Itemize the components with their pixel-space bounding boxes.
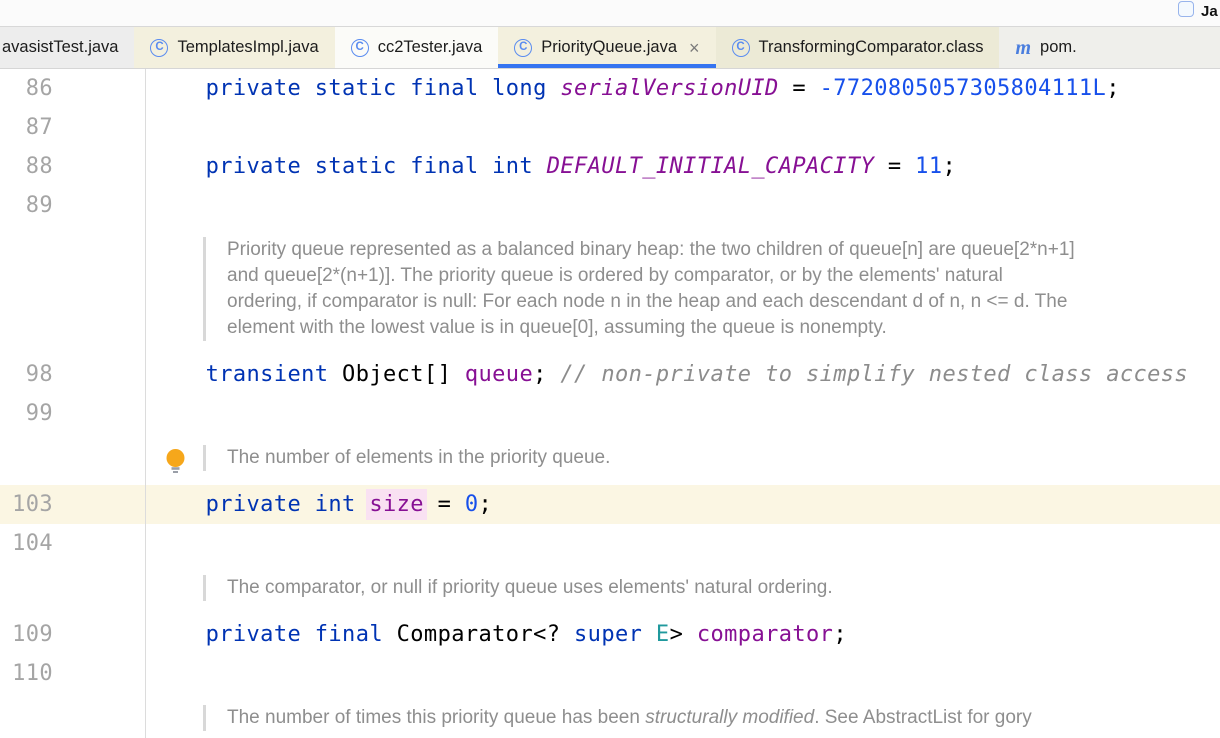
class-icon: C xyxy=(351,39,369,57)
line-number[interactable]: 99 xyxy=(0,394,53,433)
code-text: private int size = 0; xyxy=(151,485,492,524)
code-line[interactable]: 87 xyxy=(0,108,1220,147)
code-line[interactable]: 98 transient Object[] queue; // non-priv… xyxy=(0,355,1220,394)
line-number[interactable]: 89 xyxy=(0,186,53,225)
doc-line: ordering, if comparator is null: For eac… xyxy=(227,289,1220,315)
doc-comment: Priority queue represented as a balanced… xyxy=(203,237,1220,341)
line-number[interactable]: 88 xyxy=(0,147,53,186)
code-text: private static final long serialVersionU… xyxy=(151,69,1120,108)
close-icon[interactable]: × xyxy=(689,39,700,57)
doc-comment: The comparator, or null if priority queu… xyxy=(203,575,1220,601)
code-text: private final Comparator<? super E> comp… xyxy=(151,615,847,654)
doc-line: Priority queue represented as a balanced… xyxy=(227,237,1220,263)
tab-label: avasistTest.java xyxy=(2,38,118,57)
doc-line: The comparator, or null if priority queu… xyxy=(227,575,1220,601)
gutter-separator xyxy=(145,69,146,738)
doc-comment: The number of times this priority queue … xyxy=(203,705,1220,731)
intention-bulb-icon[interactable] xyxy=(165,447,187,477)
tab-avasisttest-java[interactable]: avasistTest.java xyxy=(0,27,134,68)
line-number[interactable]: 110 xyxy=(0,654,53,693)
doc-line: element with the lowest value is in queu… xyxy=(227,315,1220,341)
tab-label: TransformingComparator.class xyxy=(759,38,984,57)
code-text: transient Object[] queue; // non-private… xyxy=(151,355,1188,394)
code-text: private static final int DEFAULT_INITIAL… xyxy=(151,147,956,186)
tab-label: pom. xyxy=(1040,38,1077,57)
tab-cc2tester-java[interactable]: C cc2Tester.java xyxy=(335,27,499,68)
tab-transformingcomparator-class[interactable]: C TransformingComparator.class xyxy=(716,27,1000,68)
toolbar-right-label: Ja xyxy=(1201,3,1219,20)
tab-label: cc2Tester.java xyxy=(378,38,483,57)
code-line[interactable]: 86 private static final long serialVersi… xyxy=(0,69,1220,108)
class-icon: C xyxy=(514,39,532,57)
maven-icon: m xyxy=(1015,38,1031,58)
tab-pom[interactable]: m pom. xyxy=(999,27,1220,68)
main-toolbar: Ja xyxy=(0,0,1220,27)
line-number[interactable]: 87 xyxy=(0,108,53,147)
code-line[interactable]: 99 xyxy=(0,394,1220,433)
class-icon: C xyxy=(150,39,168,57)
line-number[interactable]: 104 xyxy=(0,524,53,563)
tab-label: TemplatesImpl.java xyxy=(177,38,318,57)
doc-line: and queue[2*(n+1)]. The priority queue i… xyxy=(227,263,1220,289)
java-checkbox[interactable] xyxy=(1178,1,1194,17)
tab-priorityqueue-java[interactable]: C PriorityQueue.java × xyxy=(498,27,715,68)
code-line[interactable]: 104 xyxy=(0,524,1220,563)
code-editor[interactable]: 86 private static final long serialVersi… xyxy=(0,69,1220,738)
class-icon: C xyxy=(732,39,750,57)
tab-label: PriorityQueue.java xyxy=(541,38,677,57)
doc-line: The number of times this priority queue … xyxy=(227,705,1220,731)
line-number[interactable]: 103 xyxy=(0,485,53,524)
tab-templatesimpl-java[interactable]: C TemplatesImpl.java xyxy=(134,27,334,68)
editor-content: 86 private static final long serialVersi… xyxy=(0,69,1220,731)
code-line[interactable]: 89 xyxy=(0,186,1220,225)
doc-comment: The number of elements in the priority q… xyxy=(203,445,1220,471)
line-number[interactable]: 98 xyxy=(0,355,53,394)
doc-line: The number of elements in the priority q… xyxy=(227,445,1220,471)
line-number[interactable]: 86 xyxy=(0,69,53,108)
code-line[interactable]: 110 xyxy=(0,654,1220,693)
line-number[interactable]: 109 xyxy=(0,615,53,654)
code-line[interactable]: 109 private final Comparator<? super E> … xyxy=(0,615,1220,654)
code-line[interactable]: 88 private static final int DEFAULT_INIT… xyxy=(0,147,1220,186)
code-line[interactable]: 103 private int size = 0; xyxy=(0,485,1220,524)
editor-tab-bar: avasistTest.java C TemplatesImpl.java C … xyxy=(0,27,1220,69)
